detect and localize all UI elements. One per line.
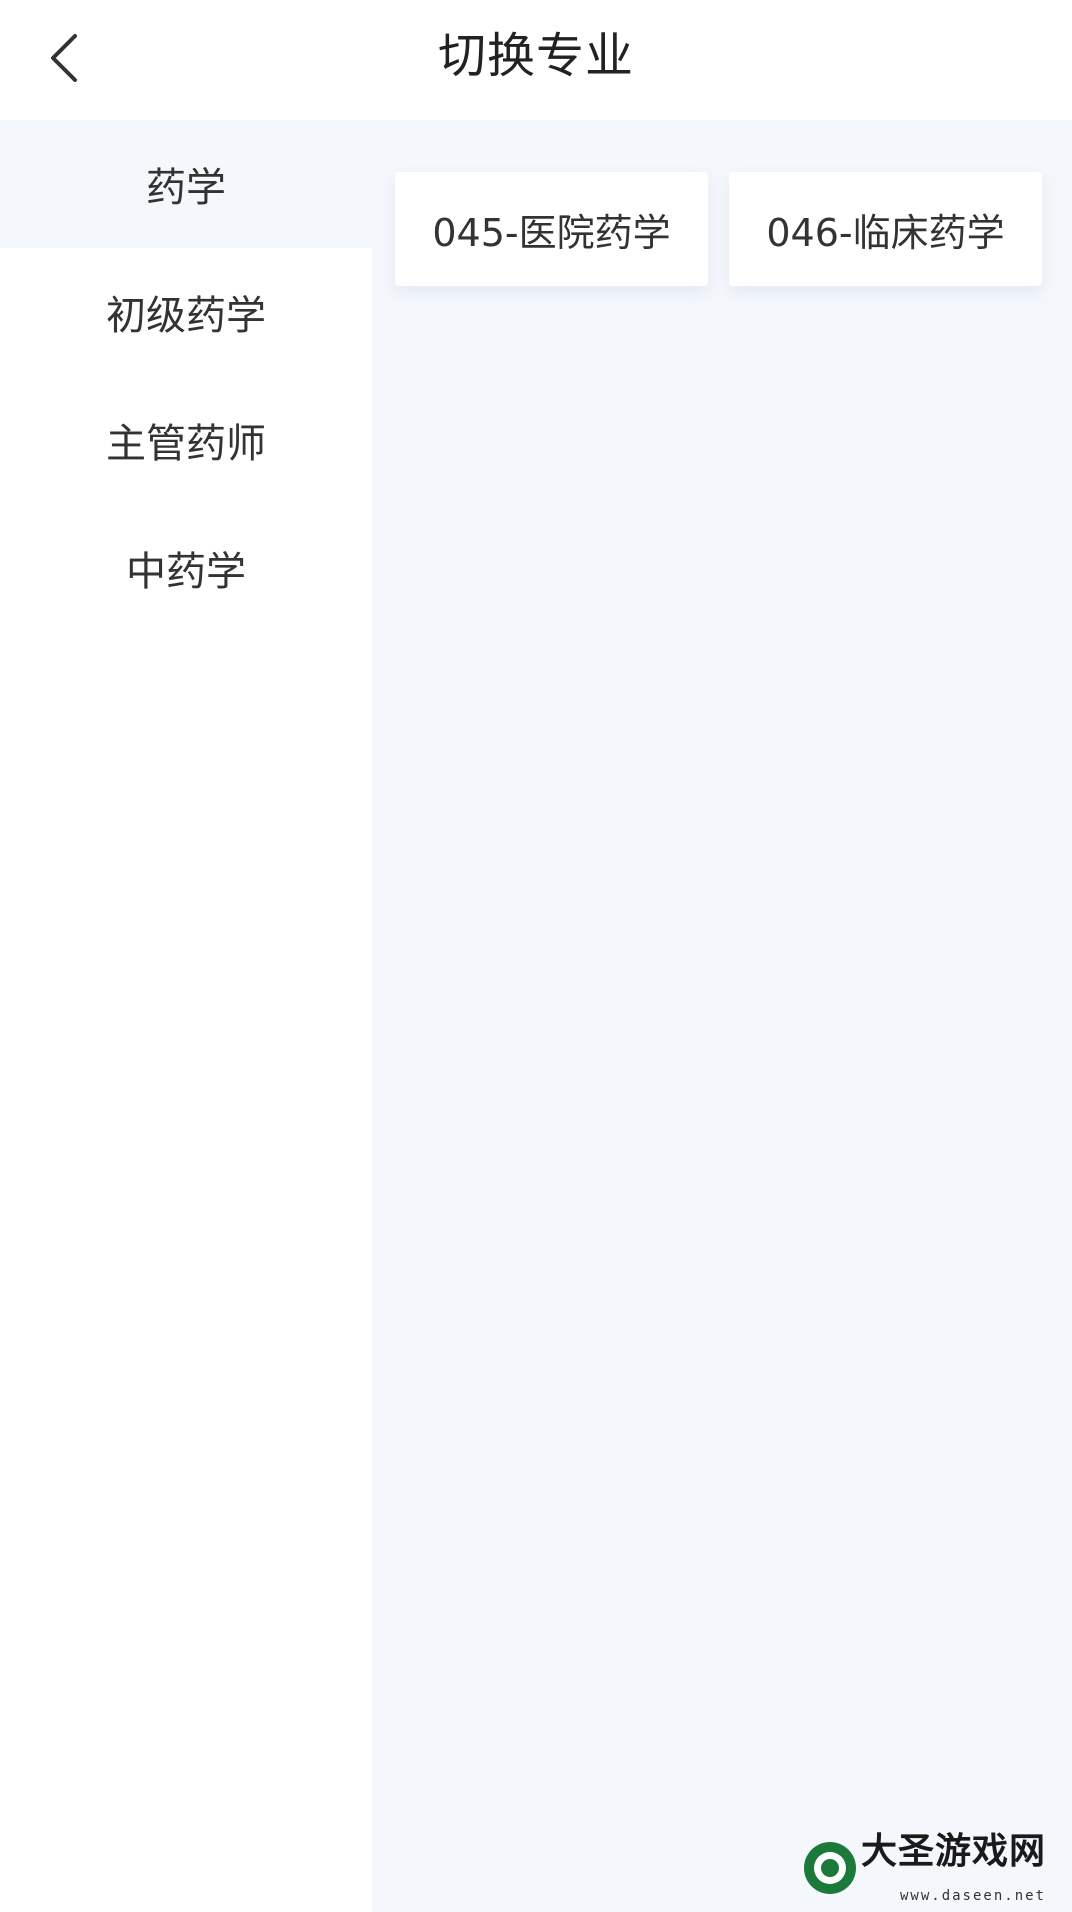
app-root: 切换专业 药学 初级药学 主管药师 中药学 045-医院药学 046-临床药学	[0, 0, 1072, 1912]
sidebar-item-supervising-pharmacist[interactable]: 主管药师	[0, 376, 372, 504]
major-category-sidebar: 药学 初级药学 主管药师 中药学	[0, 120, 372, 1912]
sidebar-item-pharmacy[interactable]: 药学	[0, 120, 372, 248]
major-card-hospital-pharmacy[interactable]: 045-医院药学	[395, 172, 708, 286]
major-card-clinical-pharmacy[interactable]: 046-临床药学	[729, 172, 1042, 286]
sidebar-item-label: 中药学	[126, 549, 246, 595]
sidebar-item-label: 药学	[146, 165, 226, 211]
sidebar-item-label: 主管药师	[106, 421, 266, 467]
major-card-label: 046-临床药学	[766, 210, 1005, 255]
sidebar-item-label: 初级药学	[106, 293, 266, 339]
major-card-grid: 045-医院药学 046-临床药学	[395, 172, 1042, 286]
header: 切换专业	[0, 0, 1072, 120]
page-title: 切换专业	[437, 28, 634, 84]
major-card-label: 045-医院药学	[432, 210, 671, 255]
sidebar-item-chinese-pharmacy[interactable]: 中药学	[0, 504, 372, 632]
major-list-panel: 045-医院药学 046-临床药学	[372, 120, 1072, 1912]
sidebar-item-junior-pharmacy[interactable]: 初级药学	[0, 248, 372, 376]
